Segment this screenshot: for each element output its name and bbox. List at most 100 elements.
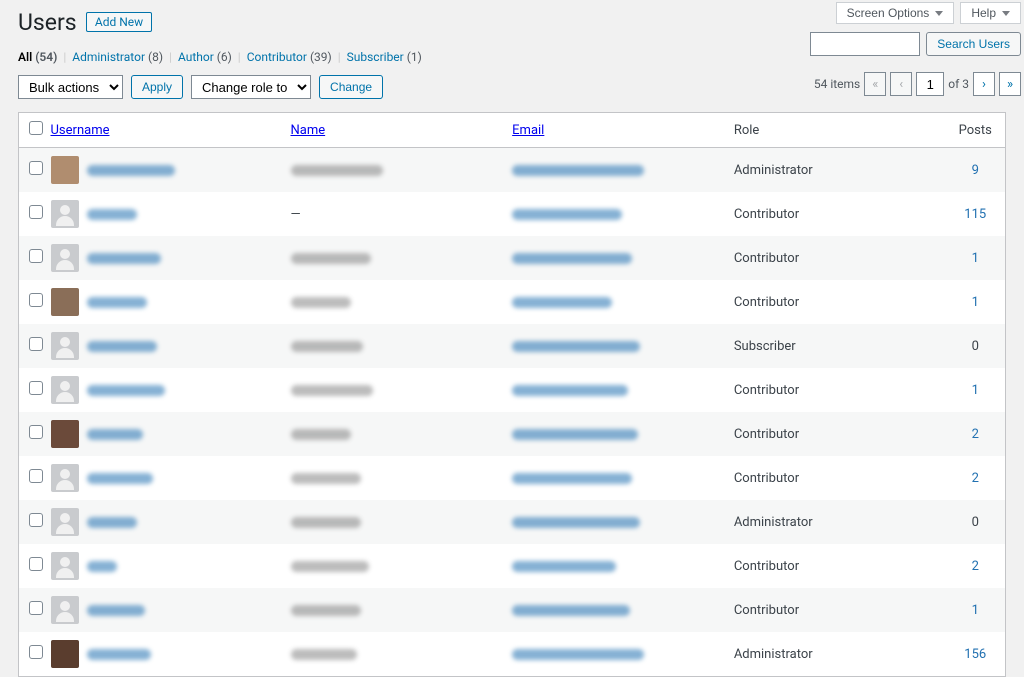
name-blurred [291, 561, 369, 572]
username-link[interactable] [87, 209, 137, 220]
col-email[interactable]: Email [512, 123, 544, 138]
row-checkbox[interactable] [29, 469, 43, 483]
filter-all[interactable]: All (54) [18, 50, 57, 64]
filter-administrator[interactable]: Administrator (8) [72, 50, 163, 64]
role-cell: Contributor [724, 588, 946, 632]
row-checkbox[interactable] [29, 601, 43, 615]
change-button[interactable]: Change [319, 75, 383, 99]
row-checkbox[interactable] [29, 293, 43, 307]
posts-count-link[interactable]: 2 [972, 559, 979, 574]
email-link[interactable] [512, 517, 640, 528]
name-blurred [291, 341, 363, 352]
role-cell: Contributor [724, 192, 946, 236]
users-table: Username Name Email Role Posts Administr… [18, 112, 1006, 677]
name-blurred [291, 517, 361, 528]
row-checkbox[interactable] [29, 337, 43, 351]
email-link[interactable] [512, 209, 622, 220]
username-link[interactable] [87, 385, 165, 396]
bulk-actions-select[interactable]: Bulk actions [18, 75, 123, 99]
filter-author[interactable]: Author (6) [178, 50, 232, 64]
posts-count: 0 [972, 339, 979, 354]
chevron-down-icon [1002, 11, 1010, 16]
page-next-button[interactable]: › [973, 72, 995, 96]
posts-count-link[interactable]: 9 [972, 163, 979, 178]
role-cell: Contributor [724, 236, 946, 280]
posts-count: 0 [972, 515, 979, 530]
posts-count-link[interactable]: 115 [964, 207, 986, 222]
row-checkbox[interactable] [29, 513, 43, 527]
username-link[interactable] [87, 561, 117, 572]
name-blurred [291, 649, 357, 660]
email-link[interactable] [512, 297, 612, 308]
table-row: Administrator 0 [19, 500, 1006, 544]
page-number-input[interactable] [916, 72, 944, 96]
posts-count-link[interactable]: 2 [972, 427, 979, 442]
email-link[interactable] [512, 649, 644, 660]
row-checkbox[interactable] [29, 381, 43, 395]
search-input[interactable] [810, 32, 920, 56]
select-all-checkbox[interactable] [29, 121, 43, 135]
avatar [51, 244, 79, 272]
page-title: Users [18, 9, 77, 36]
username-link[interactable] [87, 341, 157, 352]
username-link[interactable] [87, 473, 153, 484]
name-blurred [291, 165, 383, 176]
role-cell: Administrator [724, 632, 946, 677]
avatar [51, 640, 79, 668]
name-blurred [291, 605, 361, 616]
avatar [51, 332, 79, 360]
row-checkbox[interactable] [29, 249, 43, 263]
avatar [51, 376, 79, 404]
apply-button[interactable]: Apply [131, 75, 183, 99]
change-role-select[interactable]: Change role to... [191, 75, 311, 99]
col-username[interactable]: Username [51, 123, 110, 138]
search-users-button[interactable]: Search Users [926, 32, 1021, 56]
username-link[interactable] [87, 605, 145, 616]
username-link[interactable] [87, 649, 151, 660]
posts-count-link[interactable]: 156 [964, 647, 986, 662]
screen-options-button[interactable]: Screen Options [836, 2, 955, 24]
posts-count-link[interactable]: 2 [972, 471, 979, 486]
row-checkbox[interactable] [29, 557, 43, 571]
row-checkbox[interactable] [29, 645, 43, 659]
filter-contributor[interactable]: Contributor (39) [247, 50, 332, 64]
table-row: Contributor2 [19, 544, 1006, 588]
row-checkbox[interactable] [29, 161, 43, 175]
email-link[interactable] [512, 429, 638, 440]
role-cell: Contributor [724, 456, 946, 500]
name-empty: — [291, 207, 301, 222]
row-checkbox[interactable] [29, 425, 43, 439]
filter-subscriber[interactable]: Subscriber (1) [347, 50, 422, 64]
email-link[interactable] [512, 605, 630, 616]
username-link[interactable] [87, 297, 147, 308]
role-cell: Administrator [724, 500, 946, 544]
page-last-button[interactable]: » [999, 72, 1021, 96]
email-link[interactable] [512, 253, 632, 264]
email-link[interactable] [512, 473, 632, 484]
avatar [51, 200, 79, 228]
email-link[interactable] [512, 561, 616, 572]
avatar [51, 508, 79, 536]
email-link[interactable] [512, 385, 628, 396]
col-name[interactable]: Name [291, 123, 326, 138]
avatar [51, 596, 79, 624]
name-blurred [291, 297, 351, 308]
table-row: Subscriber0 [19, 324, 1006, 368]
name-blurred [291, 473, 361, 484]
add-new-button[interactable]: Add New [86, 12, 152, 32]
table-row: — Contributor 115 [19, 192, 1006, 236]
username-link[interactable] [87, 429, 143, 440]
username-link[interactable] [87, 517, 137, 528]
posts-count-link[interactable]: 1 [972, 383, 979, 398]
username-link[interactable] [87, 165, 175, 176]
row-checkbox[interactable] [29, 205, 43, 219]
email-link[interactable] [512, 341, 640, 352]
role-cell: Contributor [724, 280, 946, 324]
help-button[interactable]: Help [960, 2, 1021, 24]
posts-count-link[interactable]: 1 [972, 295, 979, 310]
username-link[interactable] [87, 253, 161, 264]
posts-count-link[interactable]: 1 [972, 251, 979, 266]
email-link[interactable] [512, 165, 644, 176]
posts-count-link[interactable]: 1 [972, 603, 979, 618]
table-row: Contributor 1 [19, 236, 1006, 280]
